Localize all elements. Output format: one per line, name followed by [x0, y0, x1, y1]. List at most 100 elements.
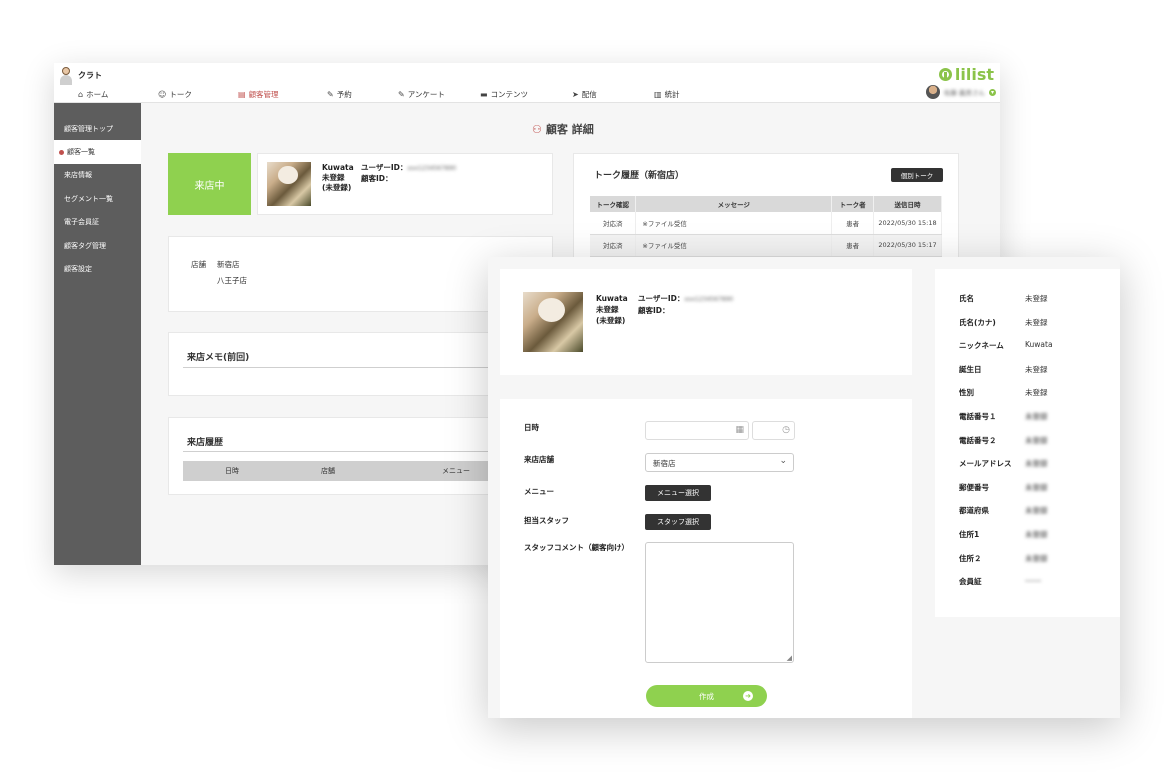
profile-key: メールアドレス [959, 459, 1012, 469]
datetime-label: 日時 [524, 423, 539, 432]
chevron-down-icon: ⌄ [779, 456, 787, 466]
customer-id-label: 顧客ID： [361, 174, 393, 183]
visit-history-title: 来店履歴 [187, 438, 224, 448]
profile-key: 性別 [959, 388, 974, 398]
page-title-text: 顧客 詳細 [545, 123, 594, 136]
resize-grip-icon[interactable]: ◢ [787, 655, 792, 662]
customer-registration-kana: (未登録) [596, 316, 626, 325]
user-id-value: xxx1234567890 [684, 296, 734, 303]
visit-memo-title: 来店メモ(前回) [187, 353, 250, 363]
logo-text: lilist [954, 65, 994, 84]
user-id-value: xxx1234567890 [407, 165, 457, 172]
talk-status: 対応済 [590, 234, 637, 257]
profile-value: 未登録 [1025, 388, 1048, 398]
profile-value: 未登録 [1025, 317, 1048, 327]
store-select-value: 新宿店 [653, 459, 676, 468]
nav-stats[interactable]: ▥ 統計 [654, 89, 680, 100]
profile-key: ニックネーム [959, 341, 1004, 351]
table-row[interactable]: 対応済 ※ファイル受信 患者 2022/05/30 15:17 [590, 234, 942, 257]
talk-status: 対応済 [590, 212, 637, 235]
sidebar-item-settings[interactable]: 顧客設定 [54, 257, 141, 280]
user-name: 佐藤 義男さん [943, 89, 985, 97]
app-name: クラト [78, 71, 102, 80]
menu-label: メニュー [524, 487, 554, 496]
nav-home[interactable]: ⌂ ホーム [78, 89, 108, 100]
staff-select-button[interactable]: スタッフ選択 [645, 514, 711, 530]
talk-history-title: トーク履歴（新宿店） [594, 171, 685, 181]
sidebar-item-tags[interactable]: 顧客タグ管理 [54, 234, 141, 257]
customer-name: Kuwata [322, 163, 354, 172]
nav-reservation[interactable]: ✎ 予約 [327, 89, 352, 100]
calendar-icon: ▦ [735, 425, 744, 435]
nav-label: 予約 [336, 90, 352, 99]
time-field[interactable]: ◷ [752, 421, 795, 440]
sidebar-item-customer-top[interactable]: 顧客管理トップ [54, 117, 141, 140]
top-bar: クラト ⌂ ホーム ☺ トーク ▤ 顧客管理 ✎ 予約 ✎ アンケート ▬ コンテンツ ➤ 配… [54, 63, 1000, 103]
nav-label: 統計 [664, 90, 680, 99]
divider [183, 451, 538, 452]
talk-datetime: 2022/05/30 15:17 [873, 234, 942, 257]
profile-value: 未登録 [1025, 412, 1048, 421]
talk-history-card: トーク履歴（新宿店） 個別トーク トーク確認 メッセージ トーク者 送信日時 対… [573, 153, 959, 273]
profile-value: 未登録 [1025, 482, 1048, 492]
sidebar: 顧客管理トップ 顧客一覧 来店情報 セグメント一覧 電子会員証 顧客タグ管理 顧… [54, 103, 141, 565]
visit-history-header: 日時 店舗 メニュー [183, 461, 538, 481]
folder-icon: ▬ [480, 90, 488, 99]
individual-talk-button[interactable]: 個別トーク [891, 168, 943, 182]
stats-icon: ▥ [654, 90, 662, 99]
column-header: トーク者 [831, 196, 875, 212]
chevron-down-icon: ▾ [989, 88, 996, 96]
staff-comment-label: スタッフコメント（顧客向け） [524, 543, 629, 552]
visit-status-button[interactable]: 来店中 [168, 153, 251, 215]
home-icon: ⌂ [78, 90, 84, 99]
page-title: ⚇ 顧客 詳細 [532, 121, 594, 137]
customer-registration: 未登録 [596, 305, 619, 314]
date-field[interactable]: ▦ [645, 421, 749, 440]
profile-value: 未登録 [1025, 506, 1048, 516]
nav-label: 配信 [581, 90, 597, 99]
sidebar-item-customer-list[interactable]: 顧客一覧 [54, 140, 141, 164]
column-header: メッセージ [635, 196, 833, 212]
column-header: 日時 [225, 467, 239, 475]
profile-value: Kuwata [1025, 340, 1053, 350]
column-header: 送信日時 [873, 196, 942, 212]
talk-datetime: 2022/05/30 15:18 [873, 212, 942, 235]
app-avatar-icon [60, 67, 72, 85]
customer-registration-kana: (未登録) [322, 183, 352, 192]
profile-value: 未登録 [1025, 294, 1048, 303]
customer-registration: 未登録 [322, 173, 345, 182]
staff-comment-textarea[interactable]: ◢ [645, 542, 794, 663]
customer-photo [267, 162, 311, 206]
profile-card: 氏名 未登録 氏名(カナ) 未登録 ニックネーム Kuwata 誕生日 未登録 性別 未登録 電話番… [935, 269, 1120, 617]
create-button-label: 作成 [699, 691, 714, 701]
nav-customer[interactable]: ▤ 顧客管理 [238, 89, 279, 100]
chat-icon: ☺ [158, 90, 167, 99]
user-id-label: ユーザーID： [361, 163, 408, 172]
user-avatar [925, 85, 940, 99]
profile-key: 会員証 [959, 577, 982, 587]
menu-select-button[interactable]: メニュー選択 [645, 485, 711, 501]
profile-key: 氏名 [959, 294, 974, 303]
sidebar-item-segments[interactable]: セグメント一覧 [54, 187, 141, 210]
sidebar-item-member-card[interactable]: 電子会員証 [54, 211, 141, 234]
customer-summary-card: Kuwata 未登録 (未登録) ユーザーID：xxx1234567890 顧客… [257, 153, 553, 215]
store-select[interactable]: 新宿店 ⌄ [645, 453, 794, 472]
profile-key: 都道府県 [959, 506, 989, 516]
nav-contents[interactable]: ▬ コンテンツ [480, 89, 528, 100]
profile-key: 住所２ [959, 553, 982, 563]
profile-value: 未登録 [1025, 459, 1048, 469]
arrow-right-icon: ➜ [743, 691, 753, 701]
store-label: 店舗 [191, 260, 206, 269]
profile-value: ------ [1025, 576, 1042, 586]
people-icon: ⚇ [532, 122, 542, 136]
reservation-icon: ✎ [327, 90, 334, 99]
talk-sender: 患者 [831, 234, 875, 257]
nav-survey[interactable]: ✎ アンケート [398, 89, 445, 100]
column-header: メニュー [442, 467, 470, 475]
nav-delivery[interactable]: ➤ 配信 [572, 89, 597, 100]
user-menu[interactable]: 佐藤 義男さん ▾ [925, 85, 996, 99]
sidebar-item-visit-info[interactable]: 来店情報 [54, 164, 141, 187]
create-button[interactable]: 作成 ➜ [646, 685, 767, 707]
nav-talk[interactable]: ☺ トーク [158, 89, 192, 100]
table-row[interactable]: 対応済 ※ファイル受信 患者 2022/05/30 15:18 [590, 212, 942, 235]
